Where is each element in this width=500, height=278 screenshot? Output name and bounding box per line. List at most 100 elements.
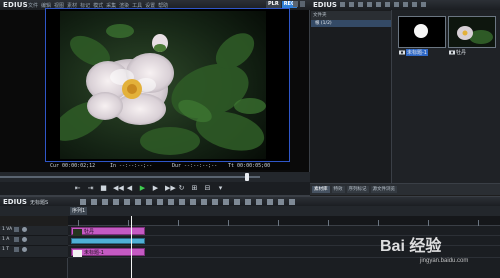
- save-icon[interactable]: [102, 199, 108, 205]
- timeline-cursor[interactable]: [131, 216, 132, 278]
- insert-icon[interactable]: ⊞: [191, 185, 198, 192]
- bin-tabs: 素材库 特效 序列标记 源文件浏览: [310, 183, 500, 195]
- marker-icon[interactable]: [212, 199, 218, 205]
- step-forward-icon[interactable]: ▶: [152, 185, 159, 192]
- stop-icon[interactable]: ■: [100, 185, 107, 192]
- timecode-bar: Cur 00:00:02;12 In --:--:--;-- Dur --:--…: [50, 162, 290, 170]
- lock-icon[interactable]: [14, 227, 19, 232]
- add-clip-icon[interactable]: [367, 2, 372, 7]
- paste-icon[interactable]: [394, 2, 399, 7]
- properties-icon[interactable]: [412, 2, 417, 7]
- bin-title: EDIUS: [313, 1, 337, 9]
- timeline-toolbar: [80, 199, 295, 205]
- folder-tree-header: 文件夹: [311, 11, 391, 20]
- timeline-clip-title[interactable]: 未标题-1: [71, 248, 145, 257]
- clip-name: 牡丹: [456, 50, 467, 56]
- track-id: 1 A: [2, 237, 10, 242]
- ripple-icon[interactable]: [179, 199, 185, 205]
- bin-clip-image[interactable]: 牡丹: [448, 16, 496, 59]
- delete-icon[interactable]: [403, 2, 408, 7]
- bin-header: EDIUS: [310, 0, 500, 10]
- timeline-clip-name: 未标题-1: [84, 250, 104, 256]
- clip-thumbnail: [398, 16, 446, 48]
- eye-icon[interactable]: [22, 247, 27, 252]
- menu-more-icon[interactable]: ▾: [217, 185, 224, 192]
- title-clip-icon: [399, 50, 405, 55]
- clip-thumbnail: [448, 16, 496, 48]
- timeline-app-label: EDIUS: [3, 198, 27, 206]
- track-headers: 1 VA 1 A 1 T: [0, 226, 68, 278]
- lock-icon[interactable]: [14, 247, 19, 252]
- tab-bin[interactable]: 素材库: [312, 186, 330, 193]
- up-folder-icon[interactable]: [358, 2, 363, 7]
- settings-icon[interactable]: [278, 199, 284, 205]
- overwrite-icon[interactable]: ⊟: [204, 185, 211, 192]
- audio-icon[interactable]: [234, 199, 240, 205]
- track-id: 1 T: [2, 247, 10, 252]
- track-header-audio[interactable]: 1 A: [0, 236, 68, 246]
- set-out-icon[interactable]: ⇥: [87, 185, 94, 192]
- track-id: 1 VA: [2, 227, 13, 232]
- rewind-icon[interactable]: ◀◀: [113, 185, 124, 192]
- track-header-title[interactable]: 1 T: [0, 246, 68, 258]
- split-icon[interactable]: [201, 199, 207, 205]
- lock-icon[interactable]: [14, 237, 19, 242]
- window-controls: [293, 1, 305, 7]
- snap-icon[interactable]: [190, 199, 196, 205]
- title-thumb-image: [399, 17, 445, 47]
- image-clip-icon: [449, 50, 455, 55]
- minimize-icon[interactable]: [293, 1, 298, 7]
- scrub-bar[interactable]: [0, 172, 310, 182]
- help-icon[interactable]: [289, 199, 295, 205]
- scrub-track: [0, 176, 260, 178]
- track-header-video[interactable]: 1 VA: [0, 226, 68, 236]
- peony-image: [60, 11, 266, 159]
- tab-effects[interactable]: 特效: [331, 186, 345, 193]
- step-back-icon[interactable]: ◀: [126, 185, 133, 192]
- render-icon[interactable]: [245, 199, 251, 205]
- tab-source-browser[interactable]: 源文件浏览: [370, 186, 397, 193]
- folder-root[interactable]: 根 (1/2): [311, 20, 391, 27]
- undo-icon[interactable]: [113, 199, 119, 205]
- preview-image-peony: [60, 11, 266, 159]
- scrub-handle[interactable]: [245, 173, 249, 181]
- export-icon[interactable]: [256, 199, 262, 205]
- bin-toolbar: [340, 2, 426, 7]
- time-ruler[interactable]: [68, 216, 500, 226]
- folder-icon[interactable]: [340, 2, 345, 7]
- speaker-icon[interactable]: [22, 237, 27, 242]
- zoom-icon[interactable]: [267, 199, 273, 205]
- loop-icon[interactable]: ↻: [178, 185, 185, 192]
- cut-icon[interactable]: [135, 199, 141, 205]
- delete-icon[interactable]: [168, 199, 174, 205]
- timecode-cur: Cur 00:00:02;12: [50, 163, 96, 169]
- timeline-titlebar: EDIUS 无标题S: [0, 196, 500, 206]
- fast-forward-icon[interactable]: ▶▶: [165, 185, 176, 192]
- watermark-logo: Bai 经验: [380, 238, 442, 255]
- bin-clip-title[interactable]: 未标题-1: [398, 16, 446, 59]
- eye-icon[interactable]: [22, 227, 27, 232]
- timeline-clip-peony[interactable]: 牡丹: [71, 227, 145, 236]
- new-sequence-icon[interactable]: [80, 199, 86, 205]
- set-in-icon[interactable]: ⇤: [74, 185, 81, 192]
- title-icon[interactable]: [223, 199, 229, 205]
- search-icon[interactable]: [349, 2, 354, 7]
- copy-icon[interactable]: [146, 199, 152, 205]
- transport-controls: ⇤ ⇥ ■ ◀◀ ◀ ▶ ▶ ▶▶ ↻ ⊞ ⊟ ▾: [0, 182, 310, 196]
- watermark-url: jingyan.baidu.com: [420, 258, 469, 264]
- tab-sequence-markers[interactable]: 序列标记: [346, 186, 369, 193]
- open-icon[interactable]: [91, 199, 97, 205]
- view-icon[interactable]: [421, 2, 426, 7]
- plr-button[interactable]: PLR: [266, 1, 281, 8]
- close-icon[interactable]: [300, 1, 305, 7]
- redo-icon[interactable]: [124, 199, 130, 205]
- timecode-in: In --:--:--;--: [110, 163, 153, 169]
- menu-file[interactable]: 文件: [28, 2, 38, 9]
- copy-icon[interactable]: [385, 2, 390, 7]
- tab-sequence[interactable]: 序列1: [70, 207, 88, 215]
- play-icon[interactable]: ▶: [139, 185, 146, 192]
- paste-icon[interactable]: [157, 199, 163, 205]
- app-logo: EDIUS: [3, 1, 28, 9]
- timeline-audio-clip[interactable]: [71, 238, 145, 244]
- cut-icon[interactable]: [376, 2, 381, 7]
